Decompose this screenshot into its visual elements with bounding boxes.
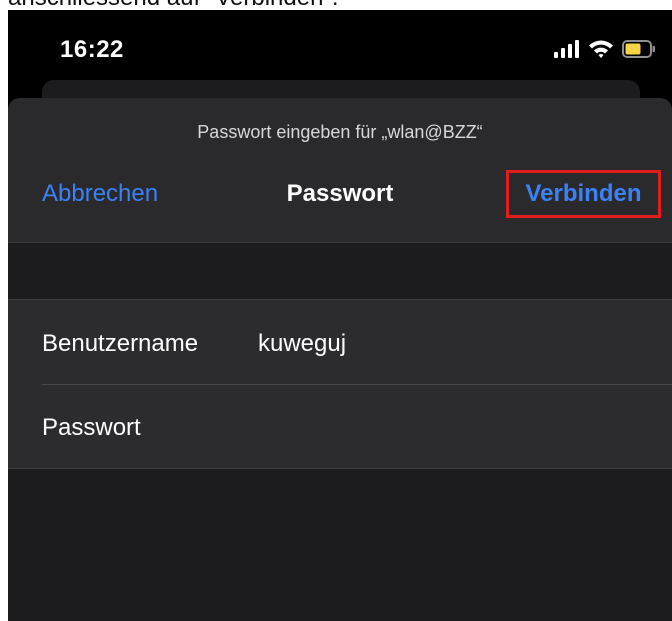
password-field[interactable] (258, 408, 642, 446)
username-row[interactable]: Benutzername kuweguj (8, 300, 672, 384)
sheet-header: Passwort eingeben für „wlan@BZZ“ Passwor… (8, 98, 672, 243)
wifi-icon (589, 40, 613, 58)
password-sheet: Passwort eingeben für „wlan@BZZ“ Passwor… (8, 98, 672, 621)
status-time: 16:22 (60, 36, 124, 63)
status-icons (554, 37, 656, 61)
network-prompt: Passwort eingeben für „wlan@BZZ“ (197, 122, 483, 142)
cellular-signal-icon (554, 40, 579, 58)
cancel-button[interactable]: Abbrechen (42, 180, 158, 208)
battery-icon (622, 40, 655, 58)
status-bar: 16:22 (8, 10, 672, 80)
phone-screen: 16:22 Passwort eingeben für „wlan@BZZ“ P… (8, 10, 672, 621)
connect-button[interactable]: Verbinden (506, 170, 661, 218)
username-label: Benutzername (42, 330, 199, 357)
credentials-form: Benutzername kuweguj Passwort (8, 299, 672, 469)
password-label: Passwort (42, 414, 141, 441)
screenshot-page: anschliessend auf "Verbinden". 16:22 (0, 0, 672, 621)
password-row[interactable]: Passwort (8, 384, 672, 468)
username-field[interactable]: kuweguj (258, 330, 346, 358)
